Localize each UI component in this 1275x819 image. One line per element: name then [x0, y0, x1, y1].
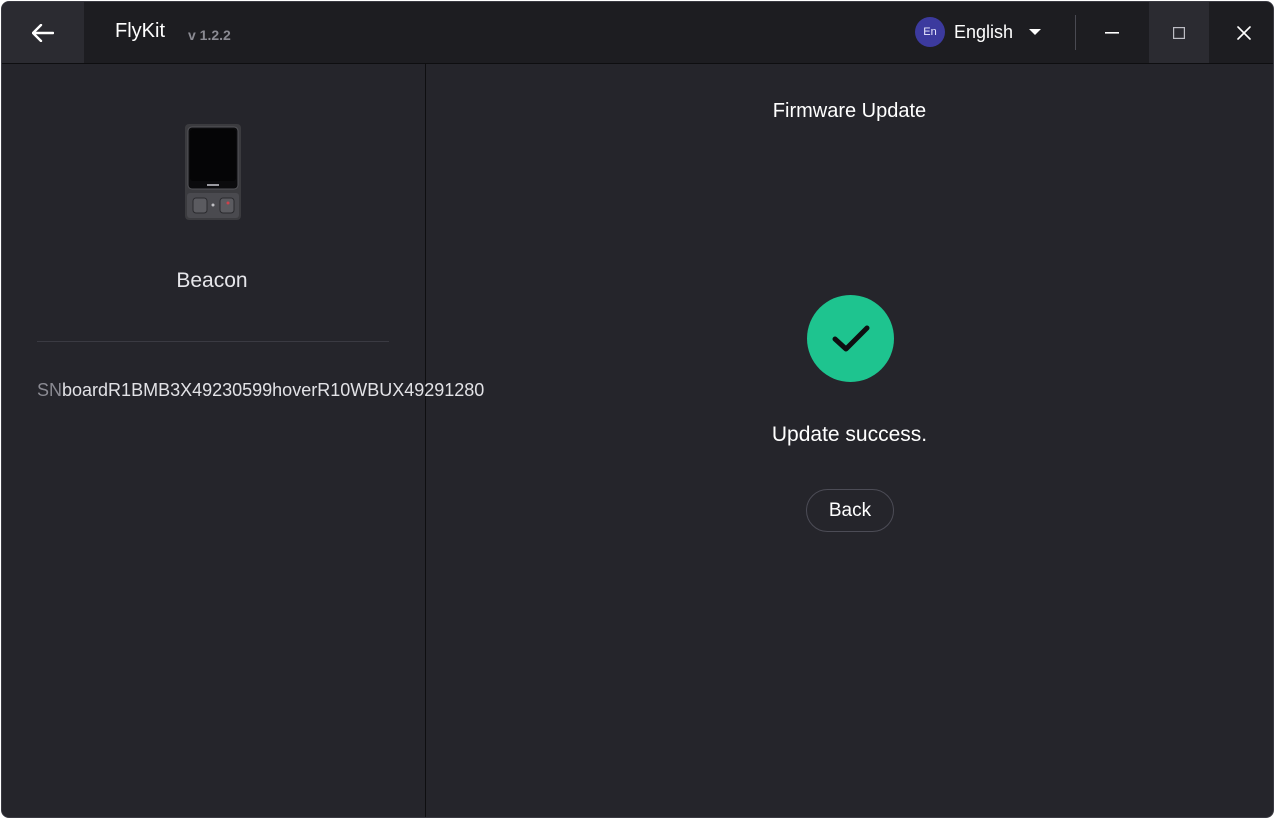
device-divider [37, 341, 389, 342]
language-label: English [954, 21, 1014, 42]
app-version: v 1.2.2 [188, 27, 231, 43]
maximize-icon [1173, 26, 1185, 39]
arrow-left-icon [32, 23, 54, 42]
app-window: FlyKit v 1.2.2 En English Beacon SNboard… [1, 1, 1274, 818]
caret-down-icon [1029, 29, 1042, 35]
serial-prefix: SN [37, 380, 63, 400]
title-bar: FlyKit v 1.2.2 En English [2, 2, 1273, 64]
serial-value: boardR1BMB3X49230599hoverR10WBUX49291280 [62, 380, 485, 400]
device-image [185, 124, 241, 220]
back-button[interactable]: Back [806, 489, 894, 532]
device-panel: Beacon SNboardR1BMB3X49230599hoverR10WBU… [2, 64, 484, 817]
serial-number: SNboardR1BMB3X49230599hoverR10WBUX492912… [37, 380, 484, 401]
minimize-icon [1105, 31, 1119, 34]
language-select[interactable]: English [954, 17, 1042, 47]
nav-back-button[interactable] [2, 2, 84, 63]
minimize-button[interactable] [1082, 2, 1142, 63]
page-title: Firmware Update [772, 100, 927, 122]
status-message: Update success. [771, 423, 928, 446]
close-icon [1237, 25, 1251, 40]
checkmark-icon [832, 325, 869, 351]
maximize-button[interactable] [1149, 2, 1209, 63]
app-title: FlyKit [115, 20, 165, 42]
titlebar-divider [1075, 15, 1076, 50]
language-badge[interactable]: En [915, 17, 945, 47]
firmware-panel: Firmware Update Update success. Back [426, 64, 1273, 817]
device-name: Beacon [176, 269, 248, 292]
success-badge [807, 295, 894, 382]
close-button[interactable] [1214, 2, 1273, 63]
